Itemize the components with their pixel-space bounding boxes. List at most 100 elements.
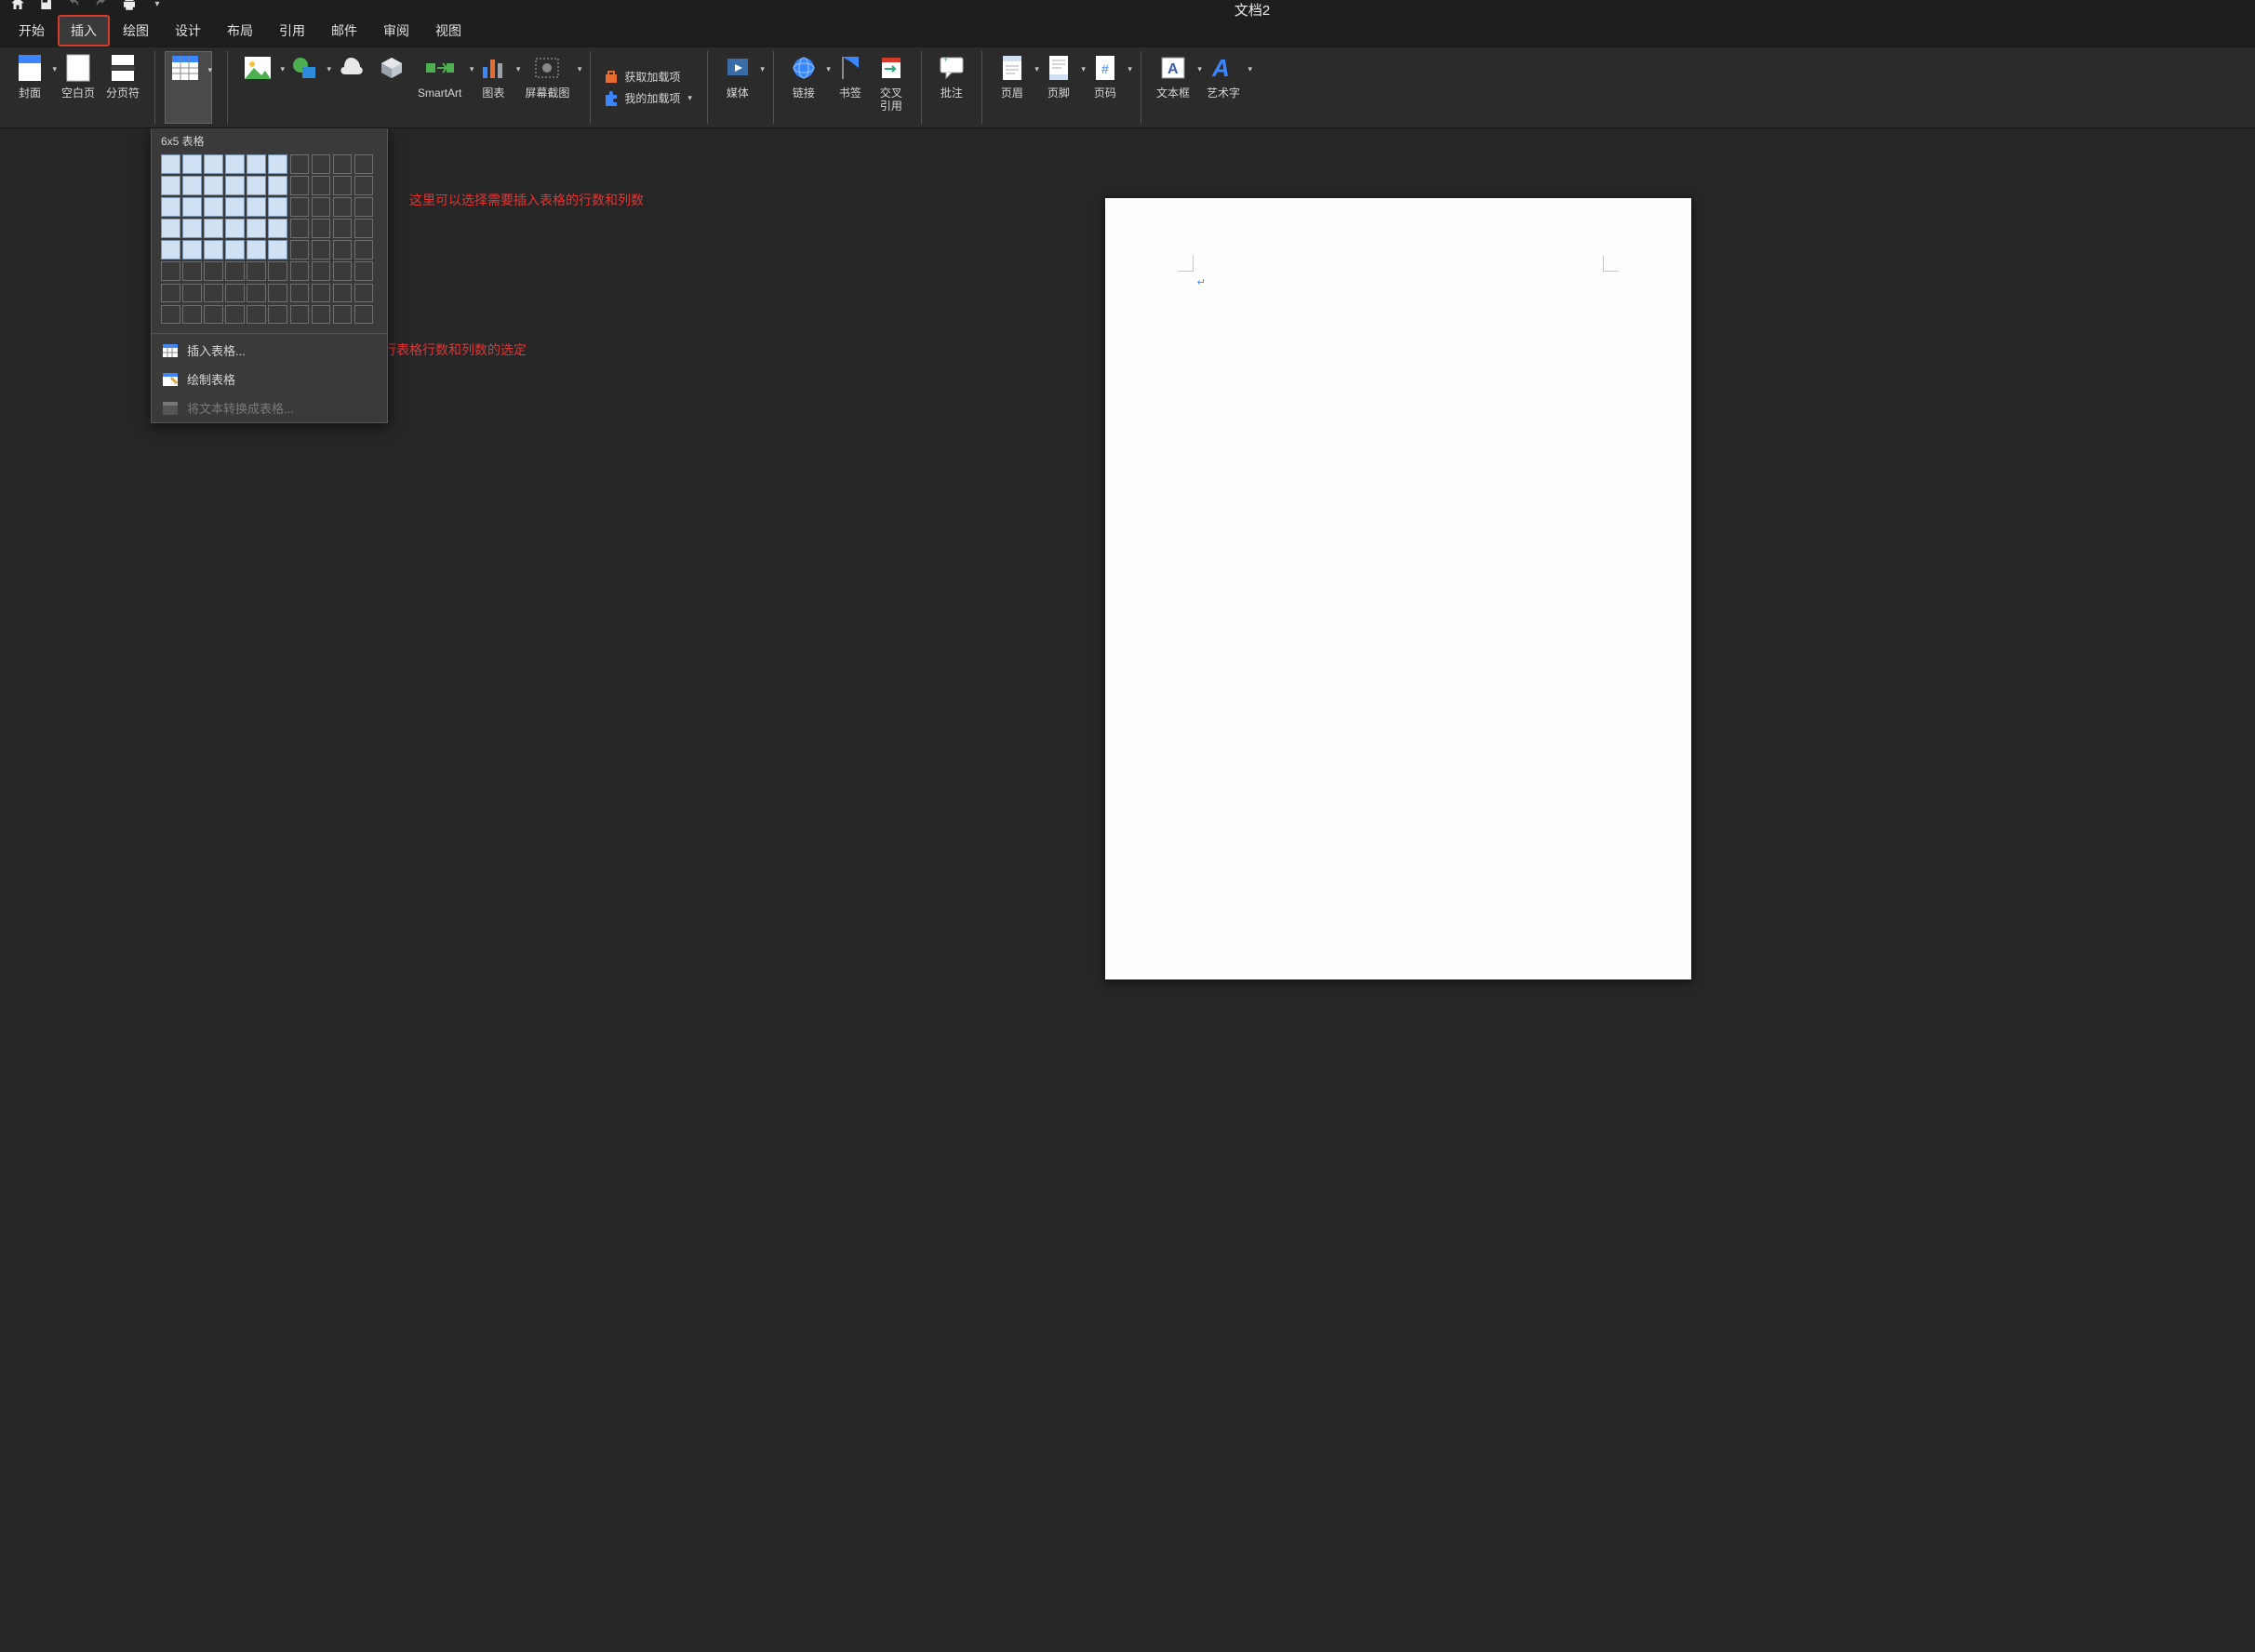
menu-tab-8[interactable]: 视图 (422, 15, 474, 47)
icons-button[interactable] (330, 51, 371, 124)
table-grid-cell[interactable] (247, 154, 266, 174)
table-grid-cell[interactable] (204, 240, 223, 260)
table-grid-cell[interactable] (268, 240, 287, 260)
table-grid-cell[interactable] (161, 176, 180, 195)
redo-icon[interactable] (93, 0, 110, 12)
table-grid-cell[interactable] (312, 240, 331, 260)
table-grid-cell[interactable] (225, 176, 245, 195)
smartart-button[interactable]: SmartArt (412, 51, 473, 124)
blank-page-button[interactable]: 空白页 (56, 51, 100, 124)
table-grid-cell[interactable] (247, 305, 266, 325)
table-grid-cell[interactable] (354, 261, 374, 281)
print-icon[interactable] (121, 0, 138, 12)
table-grid-cell[interactable] (247, 261, 266, 281)
cover-page-button[interactable]: 封面 (9, 51, 56, 124)
table-grid-cell[interactable] (268, 197, 287, 217)
wordart-button[interactable]: A 艺术字 (1201, 51, 1251, 124)
table-grid-cell[interactable] (354, 197, 374, 217)
table-grid-cell[interactable] (247, 197, 266, 217)
table-grid-cell[interactable] (290, 176, 310, 195)
table-grid-cell[interactable] (225, 219, 245, 238)
menu-tab-6[interactable]: 邮件 (318, 15, 370, 47)
document-page[interactable]: ↵ (1105, 198, 1691, 979)
bookmark-button[interactable]: 书签 (830, 51, 871, 124)
footer-button[interactable]: 页脚 (1038, 51, 1085, 124)
table-grid-cell[interactable] (161, 284, 180, 303)
link-button[interactable]: 链接 (783, 51, 830, 124)
table-grid-cell[interactable] (268, 305, 287, 325)
table-grid-cell[interactable] (333, 154, 353, 174)
table-grid-cell[interactable] (312, 197, 331, 217)
table-grid-cell[interactable] (333, 284, 353, 303)
table-grid-cell[interactable] (290, 305, 310, 325)
table-grid-cell[interactable] (204, 197, 223, 217)
insert-table-item[interactable]: 插入表格... (152, 336, 387, 365)
table-button[interactable]: 表格 (165, 51, 212, 124)
table-grid-cell[interactable] (182, 176, 202, 195)
undo-icon[interactable] (65, 0, 82, 12)
table-grid-cell[interactable] (354, 305, 374, 325)
table-grid-cell[interactable] (247, 219, 266, 238)
table-grid-cell[interactable] (225, 284, 245, 303)
table-grid-cell[interactable] (268, 154, 287, 174)
table-grid-cell[interactable] (290, 261, 310, 281)
table-grid[interactable] (152, 154, 387, 329)
models-3d-button[interactable] (371, 51, 412, 124)
page-number-button[interactable]: # 页码 (1085, 51, 1131, 124)
table-grid-cell[interactable] (290, 219, 310, 238)
get-addins-button[interactable]: 获取加载项 (604, 69, 698, 85)
table-grid-cell[interactable] (182, 219, 202, 238)
table-grid-cell[interactable] (333, 240, 353, 260)
table-grid-cell[interactable] (312, 219, 331, 238)
menu-tab-0[interactable]: 开始 (6, 15, 58, 47)
table-grid-cell[interactable] (268, 284, 287, 303)
menu-tab-4[interactable]: 布局 (214, 15, 266, 47)
table-grid-cell[interactable] (161, 197, 180, 217)
table-grid-cell[interactable] (225, 197, 245, 217)
table-grid-cell[interactable] (247, 284, 266, 303)
table-grid-cell[interactable] (333, 261, 353, 281)
table-grid-cell[interactable] (333, 305, 353, 325)
table-grid-cell[interactable] (333, 176, 353, 195)
table-grid-cell[interactable] (333, 197, 353, 217)
table-grid-cell[interactable] (290, 154, 310, 174)
table-grid-cell[interactable] (225, 261, 245, 281)
table-grid-cell[interactable] (312, 176, 331, 195)
table-grid-cell[interactable] (247, 240, 266, 260)
table-grid-cell[interactable] (312, 261, 331, 281)
table-grid-cell[interactable] (204, 261, 223, 281)
table-grid-cell[interactable] (182, 197, 202, 217)
table-grid-cell[interactable] (161, 305, 180, 325)
table-grid-cell[interactable] (354, 154, 374, 174)
textbox-button[interactable]: A 文本框 (1151, 51, 1201, 124)
table-grid-cell[interactable] (204, 219, 223, 238)
table-grid-cell[interactable] (354, 219, 374, 238)
screenshot-button[interactable]: 屏幕截图 (519, 51, 580, 124)
table-grid-cell[interactable] (182, 305, 202, 325)
menu-tab-1[interactable]: 插入 (58, 15, 110, 47)
table-grid-cell[interactable] (204, 284, 223, 303)
chart-button[interactable]: 图表 (473, 51, 519, 124)
table-grid-cell[interactable] (204, 154, 223, 174)
table-grid-cell[interactable] (182, 261, 202, 281)
table-grid-cell[interactable] (225, 240, 245, 260)
table-grid-cell[interactable] (161, 261, 180, 281)
table-grid-cell[interactable] (354, 240, 374, 260)
table-grid-cell[interactable] (268, 219, 287, 238)
table-grid-cell[interactable] (312, 154, 331, 174)
my-addins-button[interactable]: 我的加载项 (604, 90, 698, 106)
table-grid-cell[interactable] (354, 284, 374, 303)
shapes-button[interactable] (284, 51, 330, 124)
table-grid-cell[interactable] (290, 240, 310, 260)
table-grid-cell[interactable] (204, 176, 223, 195)
table-grid-cell[interactable] (247, 176, 266, 195)
menu-tab-5[interactable]: 引用 (266, 15, 318, 47)
media-button[interactable]: 媒体 (717, 51, 764, 124)
table-grid-cell[interactable] (312, 284, 331, 303)
page-break-button[interactable]: 分页符 (100, 51, 145, 124)
menu-tab-3[interactable]: 设计 (162, 15, 214, 47)
table-grid-cell[interactable] (290, 197, 310, 217)
table-grid-cell[interactable] (354, 176, 374, 195)
table-grid-cell[interactable] (204, 305, 223, 325)
comment-button[interactable]: + 批注 (931, 51, 972, 124)
